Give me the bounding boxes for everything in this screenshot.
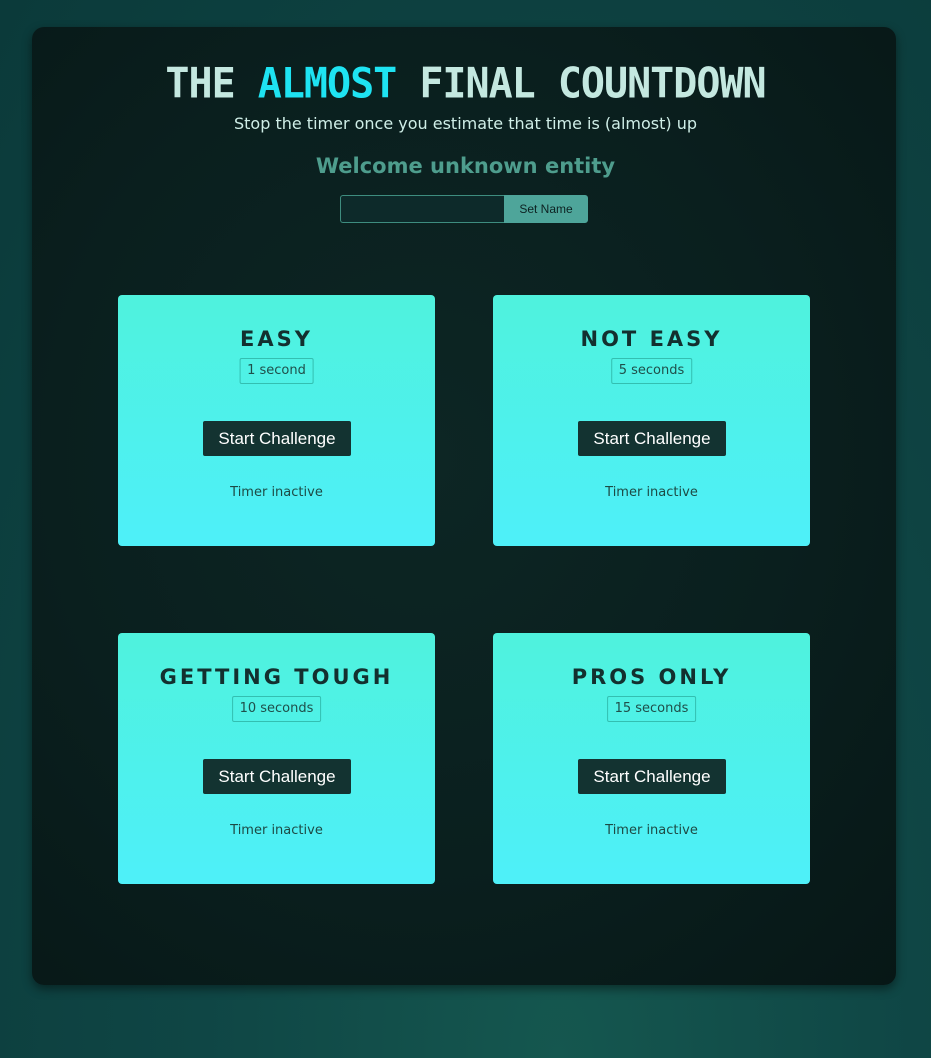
- challenge-title: PROS ONLY: [571, 665, 732, 689]
- title-part-1: THE: [165, 59, 235, 109]
- welcome-message: Welcome unknown entity: [315, 154, 616, 178]
- duration-badge: 5 seconds: [610, 358, 693, 384]
- name-input[interactable]: [340, 195, 504, 223]
- challenge-card-getting-tough: GETTING TOUGH 10 seconds Start Challenge…: [118, 633, 435, 884]
- duration-badge: 1 second: [239, 358, 314, 384]
- challenge-card-pros-only: PROS ONLY 15 seconds Start Challenge Tim…: [493, 633, 810, 884]
- challenge-title: GETTING TOUGH: [159, 665, 394, 689]
- duration-badge: 10 seconds: [231, 696, 322, 722]
- start-challenge-button[interactable]: Start Challenge: [578, 759, 726, 794]
- page-subtitle: Stop the timer once you estimate that ti…: [233, 114, 698, 133]
- set-name-button[interactable]: Set Name: [504, 195, 588, 223]
- page-title: THE ALMOST FINAL COUNTDOWN: [0, 57, 931, 112]
- start-challenge-button[interactable]: Start Challenge: [203, 759, 351, 794]
- timer-status: Timer inactive: [605, 823, 698, 838]
- challenge-title: EASY: [240, 327, 313, 351]
- timer-status: Timer inactive: [230, 485, 323, 500]
- name-form: Set Name: [340, 195, 588, 223]
- duration-badge: 15 seconds: [606, 696, 697, 722]
- start-challenge-button[interactable]: Start Challenge: [203, 421, 351, 456]
- challenge-card-not-easy: NOT EASY 5 seconds Start Challenge Timer…: [493, 295, 810, 546]
- timer-status: Timer inactive: [605, 485, 698, 500]
- challenge-title: NOT EASY: [580, 327, 723, 351]
- title-part-2: FINAL COUNTDOWN: [419, 59, 766, 109]
- timer-status: Timer inactive: [230, 823, 323, 838]
- title-accent: ALMOST: [257, 59, 397, 109]
- challenge-card-easy: EASY 1 second Start Challenge Timer inac…: [118, 295, 435, 546]
- start-challenge-button[interactable]: Start Challenge: [578, 421, 726, 456]
